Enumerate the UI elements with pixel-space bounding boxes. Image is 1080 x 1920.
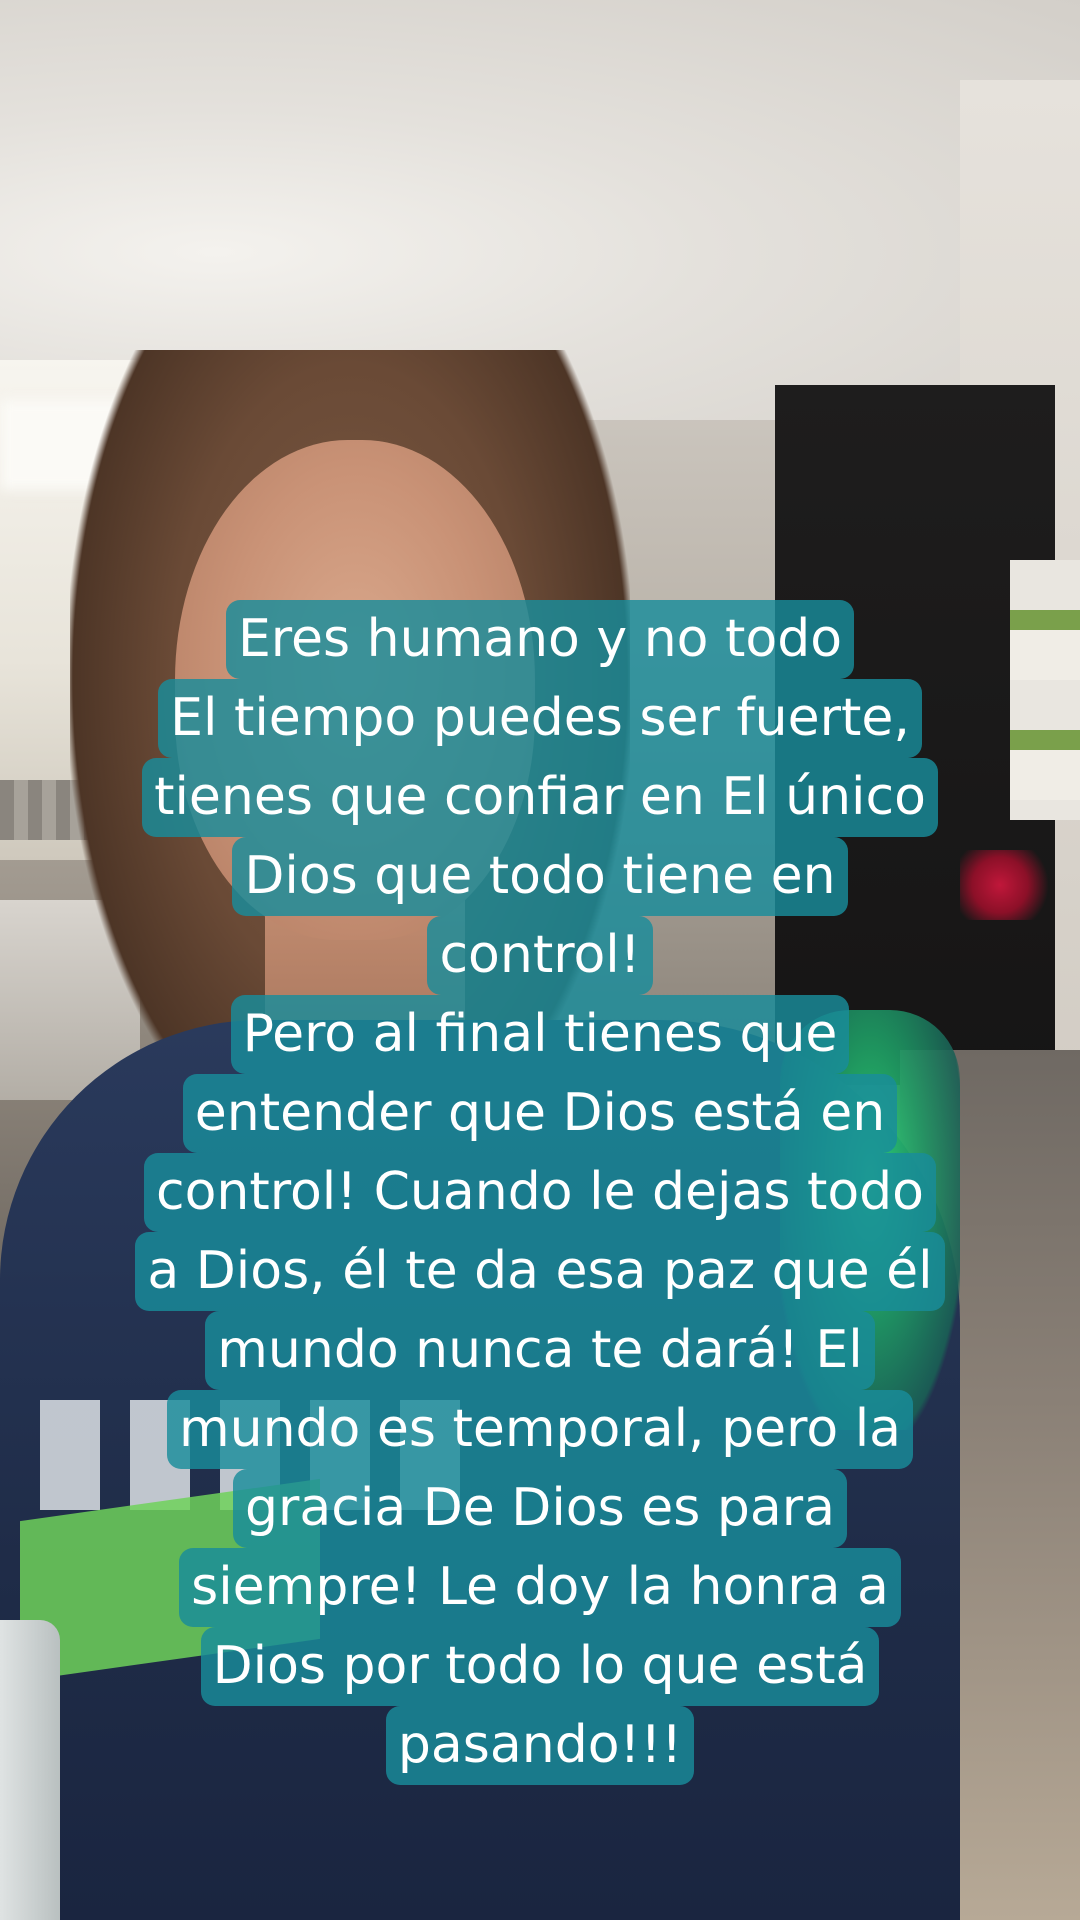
- caption-line: control! Cuando le dejas todo: [0, 1153, 1080, 1232]
- caption-line: mundo es temporal, pero la: [0, 1390, 1080, 1469]
- caption-line: entender que Dios está en: [0, 1074, 1080, 1153]
- caption-line: mundo nunca te dará! El: [0, 1311, 1080, 1390]
- caption-line: El tiempo puedes ser fuerte,: [0, 679, 1080, 758]
- caption-line: Pero al final tienes que: [0, 995, 1080, 1074]
- caption-line: Dios por todo lo que está: [0, 1627, 1080, 1706]
- caption-line: control!: [0, 916, 1080, 995]
- caption-line: Eres humano y no todo: [0, 600, 1080, 679]
- caption-line: pasando!!!: [0, 1706, 1080, 1785]
- caption-line: a Dios, él te da esa paz que él: [0, 1232, 1080, 1311]
- caption-line: siempre! Le doy la honra a: [0, 1548, 1080, 1627]
- caption-overlay: Eres humano y no todo El tiempo puedes s…: [0, 600, 1080, 1785]
- video-frame: Eres humano y no todo El tiempo puedes s…: [0, 0, 1080, 1920]
- caption-line: gracia De Dios es para: [0, 1469, 1080, 1548]
- caption-line: Dios que todo tiene en: [0, 837, 1080, 916]
- caption-line: tienes que confiar en El único: [0, 758, 1080, 837]
